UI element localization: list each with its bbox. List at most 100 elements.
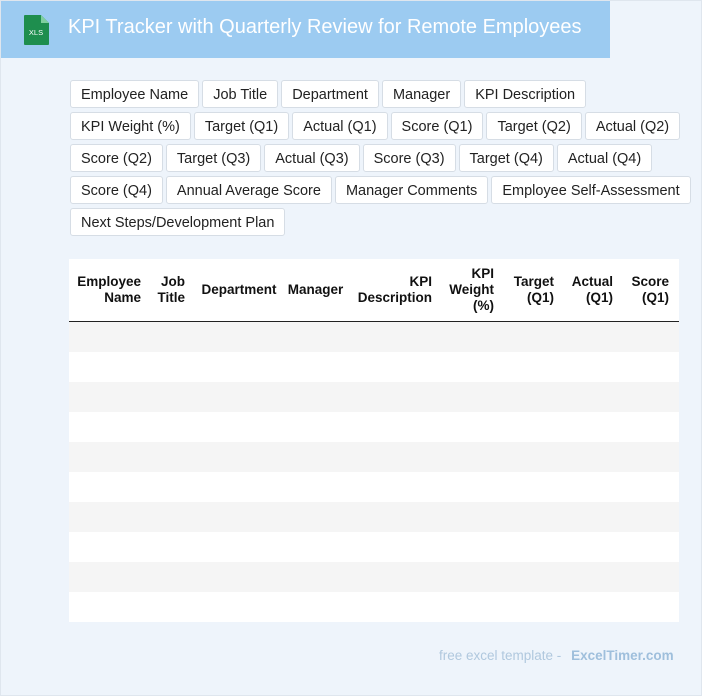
table-cell[interactable] <box>283 592 348 622</box>
table-cell[interactable] <box>283 352 348 382</box>
table-cell[interactable] <box>564 502 623 532</box>
table-cell[interactable] <box>195 442 283 472</box>
column-chip[interactable]: Manager Comments <box>334 176 489 204</box>
table-cell[interactable] <box>348 562 442 592</box>
column-chip[interactable]: Employee Name <box>70 80 200 108</box>
table-cell[interactable] <box>69 382 151 412</box>
table-cell[interactable] <box>195 352 283 382</box>
table-cell[interactable] <box>69 472 151 502</box>
table-cell[interactable] <box>195 472 283 502</box>
table-cell[interactable] <box>623 321 679 352</box>
table-cell[interactable] <box>195 562 283 592</box>
table-cell[interactable] <box>151 562 195 592</box>
table-cell[interactable] <box>564 352 623 382</box>
table-cell[interactable] <box>69 562 151 592</box>
table-cell[interactable] <box>151 502 195 532</box>
table-cell[interactable] <box>151 321 195 352</box>
table-cell[interactable] <box>504 592 564 622</box>
table-cell[interactable] <box>151 442 195 472</box>
table-cell[interactable] <box>623 532 679 562</box>
table-cell[interactable] <box>283 412 348 442</box>
table-cell[interactable] <box>442 382 504 412</box>
table-cell[interactable] <box>69 502 151 532</box>
column-chip[interactable]: Actual (Q1) <box>292 112 388 140</box>
table-cell[interactable] <box>151 412 195 442</box>
table-cell[interactable] <box>195 412 283 442</box>
table-cell[interactable] <box>504 532 564 562</box>
column-chip[interactable]: Target (Q2) <box>486 112 582 140</box>
table-cell[interactable] <box>283 382 348 412</box>
column-chip[interactable]: Manager <box>381 80 462 108</box>
table-cell[interactable] <box>504 472 564 502</box>
table-cell[interactable] <box>442 412 504 442</box>
table-cell[interactable] <box>564 442 623 472</box>
column-chip[interactable]: Actual (Q4) <box>556 144 653 172</box>
column-chip[interactable]: Job Title <box>202 80 279 108</box>
table-cell[interactable] <box>151 472 195 502</box>
table-cell[interactable] <box>504 562 564 592</box>
table-cell[interactable] <box>69 442 151 472</box>
table-cell[interactable] <box>283 442 348 472</box>
table-cell[interactable] <box>195 592 283 622</box>
table-cell[interactable] <box>348 472 442 502</box>
table-cell[interactable] <box>564 532 623 562</box>
table-cell[interactable] <box>442 532 504 562</box>
column-chip[interactable]: Target (Q4) <box>458 144 554 172</box>
table-cell[interactable] <box>564 562 623 592</box>
table-cell[interactable] <box>623 472 679 502</box>
table-cell[interactable] <box>69 532 151 562</box>
table-cell[interactable] <box>564 382 623 412</box>
column-chip[interactable]: Score (Q2) <box>70 144 163 172</box>
table-cell[interactable] <box>442 442 504 472</box>
column-chip[interactable]: Score (Q4) <box>70 176 163 204</box>
table-cell[interactable] <box>442 502 504 532</box>
table-cell[interactable] <box>69 412 151 442</box>
table-cell[interactable] <box>623 442 679 472</box>
table-cell[interactable] <box>564 592 623 622</box>
table-cell[interactable] <box>348 412 442 442</box>
table-cell[interactable] <box>151 592 195 622</box>
column-chip[interactable]: Target (Q1) <box>193 112 290 140</box>
table-cell[interactable] <box>564 412 623 442</box>
table-cell[interactable] <box>69 592 151 622</box>
table-cell[interactable] <box>564 321 623 352</box>
column-chip[interactable]: Employee Self-Assessment <box>491 176 691 204</box>
column-chip[interactable]: Annual Average Score <box>165 176 332 204</box>
table-cell[interactable] <box>442 562 504 592</box>
table-cell[interactable] <box>623 562 679 592</box>
table-cell[interactable] <box>623 382 679 412</box>
table-cell[interactable] <box>151 532 195 562</box>
table-cell[interactable] <box>564 472 623 502</box>
table-cell[interactable] <box>283 532 348 562</box>
column-chip[interactable]: Target (Q3) <box>165 144 262 172</box>
table-cell[interactable] <box>195 321 283 352</box>
table-cell[interactable] <box>504 382 564 412</box>
column-chip[interactable]: Score (Q1) <box>390 112 484 140</box>
column-chip[interactable]: Actual (Q3) <box>264 144 360 172</box>
table-cell[interactable] <box>504 442 564 472</box>
table-cell[interactable] <box>195 532 283 562</box>
table-cell[interactable] <box>623 352 679 382</box>
table-cell[interactable] <box>195 382 283 412</box>
table-cell[interactable] <box>151 382 195 412</box>
table-cell[interactable] <box>348 532 442 562</box>
table-cell[interactable] <box>195 502 283 532</box>
table-cell[interactable] <box>504 502 564 532</box>
table-cell[interactable] <box>283 321 348 352</box>
table-cell[interactable] <box>442 592 504 622</box>
table-cell[interactable] <box>283 472 348 502</box>
column-chip[interactable]: KPI Weight (%) <box>70 112 191 140</box>
table-cell[interactable] <box>283 502 348 532</box>
table-cell[interactable] <box>504 352 564 382</box>
table-cell[interactable] <box>283 562 348 592</box>
table-cell[interactable] <box>348 352 442 382</box>
table-cell[interactable] <box>348 502 442 532</box>
table-cell[interactable] <box>623 502 679 532</box>
table-cell[interactable] <box>69 352 151 382</box>
column-chip[interactable]: KPI Description <box>464 80 587 108</box>
table-cell[interactable] <box>623 592 679 622</box>
column-chip[interactable]: Actual (Q2) <box>584 112 681 140</box>
table-cell[interactable] <box>504 321 564 352</box>
table-cell[interactable] <box>504 412 564 442</box>
footer-brand-link[interactable]: ExcelTimer.com <box>571 648 674 663</box>
